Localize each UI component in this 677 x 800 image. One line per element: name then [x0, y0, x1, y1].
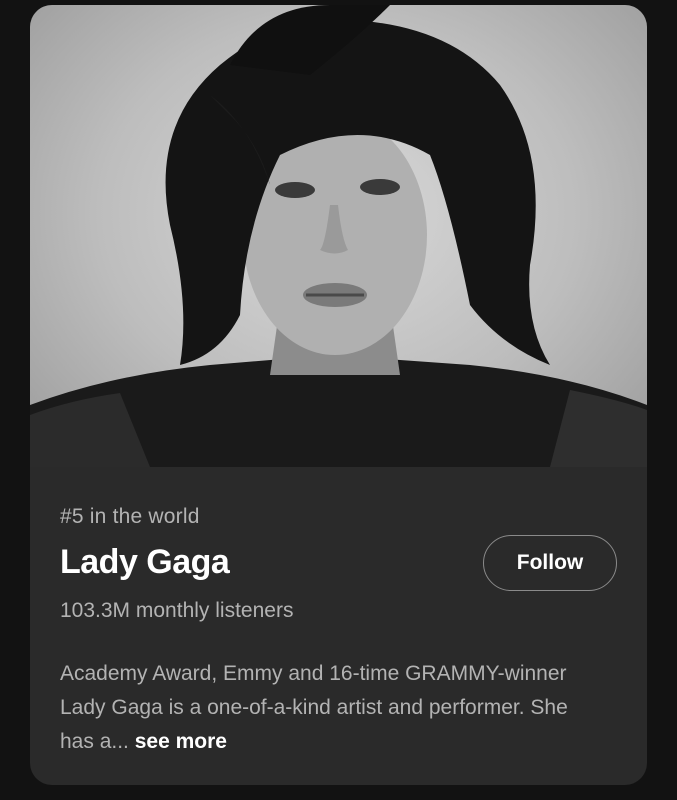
follow-button[interactable]: Follow — [483, 535, 617, 591]
artist-name[interactable]: Lady Gaga — [60, 543, 230, 582]
world-rank: #5 in the world — [60, 505, 200, 528]
artist-about-card[interactable]: #5 in the world Lady Gaga 103.3M monthly… — [30, 5, 647, 785]
artist-photo — [30, 5, 647, 467]
monthly-listeners: 103.3M monthly listeners — [60, 599, 294, 622]
artist-bio: Academy Award, Emmy and 16-time GRAMMY-w… — [60, 657, 600, 759]
see-more-link[interactable]: see more — [135, 730, 227, 753]
